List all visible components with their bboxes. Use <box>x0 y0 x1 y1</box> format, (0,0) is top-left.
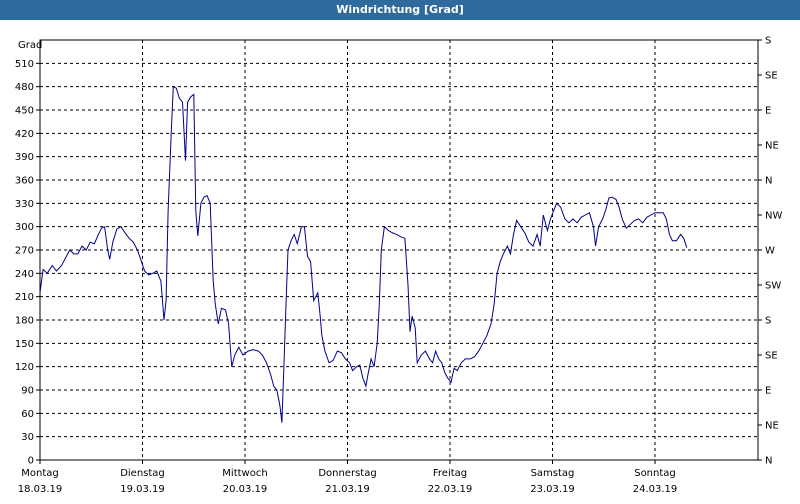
right-tick-label: N <box>765 176 772 187</box>
right-axis-ticks: N NE E SE S SW W NW N NE E SE S <box>758 36 782 467</box>
right-tick-label: NE <box>765 421 779 432</box>
x-tick-day: Samstag <box>531 468 575 479</box>
right-tick-label: SE <box>765 71 778 82</box>
x-tick-day: Dienstag <box>120 468 165 479</box>
y-tick-label: 180 <box>15 316 34 327</box>
y-tick-label: 300 <box>15 222 34 233</box>
chart-title: Windrichtung [Grad] <box>0 0 800 20</box>
right-tick-label: N <box>765 456 772 467</box>
x-tick-day: Mittwoch <box>222 468 267 479</box>
x-tick-date: 19.03.19 <box>120 484 165 495</box>
y-tick-label: 360 <box>15 176 34 187</box>
x-tick-day: Donnerstag <box>318 468 376 479</box>
x-tick-day: Montag <box>21 468 58 479</box>
y-tick-label: 510 <box>15 59 34 70</box>
x-tick-date: 22.03.19 <box>428 484 473 495</box>
plot-background <box>39 39 759 461</box>
wind-direction-chart: 0 30 60 90 120 150 180 210 240 270 300 330 360 390 420… <box>15 36 783 496</box>
right-tick-label: E <box>765 386 771 397</box>
x-tick-date: 20.03.19 <box>223 484 268 495</box>
x-tick-date: 18.03.19 <box>18 484 63 495</box>
x-tick-date: 24.03.19 <box>633 484 678 495</box>
left-axis-ticks: 0 30 60 90 120 150 180 210 240 270 300 330 360 390 420… <box>15 59 40 467</box>
right-tick-label: SE <box>765 351 778 362</box>
x-tick-date: 21.03.19 <box>325 484 370 495</box>
right-tick-label: W <box>765 246 775 257</box>
x-tick-day: Freitag <box>433 468 467 479</box>
x-tick-date: 23.03.19 <box>530 484 575 495</box>
y-tick-label: 330 <box>15 199 34 210</box>
right-tick-label: NW <box>765 211 782 222</box>
right-tick-label: S <box>765 316 771 327</box>
y-tick-label: 30 <box>21 432 34 443</box>
y-tick-label: 450 <box>15 106 34 117</box>
y-tick-label: 150 <box>15 339 34 350</box>
y-tick-label: 390 <box>15 152 34 163</box>
y-tick-label: 60 <box>21 409 34 420</box>
right-tick-label: E <box>765 106 771 117</box>
y-tick-label: 240 <box>15 269 34 280</box>
x-tick-day: Sonntag <box>634 468 676 479</box>
y-tick-label: 480 <box>15 82 34 93</box>
y-tick-label: 420 <box>15 129 34 140</box>
right-tick-label: S <box>765 36 771 47</box>
y-tick-label: 120 <box>15 362 34 373</box>
y-axis-label: Grad <box>18 40 42 51</box>
y-tick-label: 0 <box>28 456 34 467</box>
right-tick-label: SW <box>765 281 781 292</box>
y-tick-label: 270 <box>15 246 34 257</box>
right-tick-label: NE <box>765 141 779 152</box>
x-axis-ticks: Montag 18.03.19 Dienstag 19.03.19 Mittwoch 20… <box>18 460 678 495</box>
chart-area: 0 30 60 90 120 150 180 210 240 270 300 330 360 390 420… <box>0 20 800 500</box>
y-tick-label: 210 <box>15 292 34 303</box>
y-tick-label: 90 <box>21 386 34 397</box>
